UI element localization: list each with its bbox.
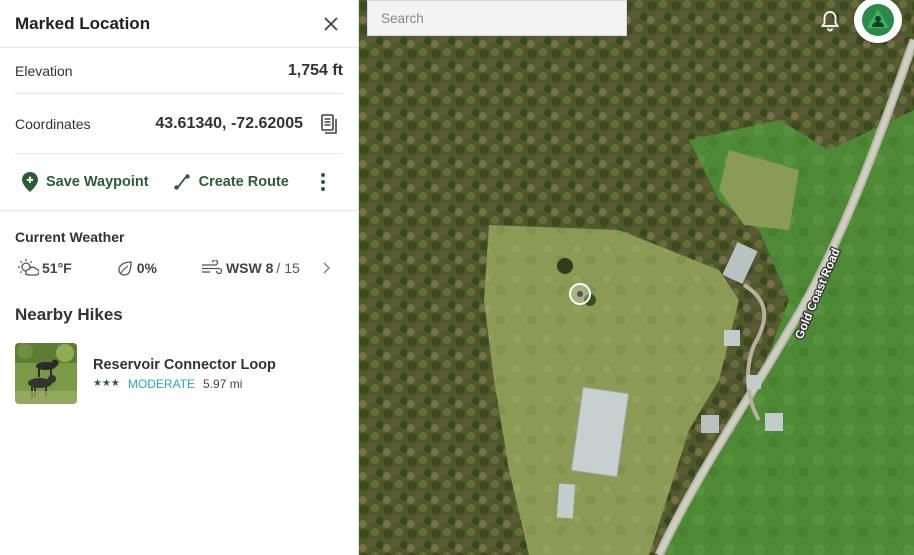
map-view[interactable]: Gold Coast Road — [359, 0, 914, 555]
notifications-bell-icon[interactable] — [818, 9, 842, 33]
nearby-hikes-title: Nearby Hikes — [15, 305, 123, 324]
precipitation-value: 0% — [136, 260, 157, 276]
save-waypoint-label: Save Waypoint — [46, 174, 149, 190]
more-dot-icon — [321, 173, 325, 177]
save-waypoint-button[interactable]: Save Waypoint — [22, 172, 149, 192]
panel-title: Marked Location — [15, 13, 151, 33]
more-dot-icon — [321, 187, 325, 191]
more-options-button[interactable] — [315, 173, 331, 191]
distance-label: 5.97 mi — [203, 376, 243, 391]
hike-list-item[interactable]: Reservoir Connector Loop ★★★ MODERATE 5.… — [15, 343, 343, 404]
wind-icon — [201, 260, 223, 275]
elevation-row: Elevation 1,754 ft — [15, 48, 343, 94]
rating-stars-icon: ★★★ — [93, 378, 120, 389]
wind-item: WSW 8 / 15 — [201, 260, 300, 276]
weather-row[interactable]: 51°F 0% WSW 8 / 15 — [17, 258, 343, 278]
copy-icon[interactable] — [321, 113, 337, 134]
coordinates-label: Coordinates — [15, 115, 91, 132]
route-icon — [173, 174, 190, 190]
coordinates-value[interactable]: 43.61340, -72.62005 — [155, 115, 303, 133]
hike-name: Reservoir Connector Loop — [93, 356, 276, 373]
hike-thumbnail — [15, 343, 77, 404]
elevation-value: 1,754 ft — [287, 61, 343, 79]
location-marker-icon[interactable] — [569, 283, 591, 305]
map-search-box[interactable] — [367, 0, 627, 36]
weather-title: Current Weather — [15, 229, 125, 245]
panel-header: Marked Location — [0, 0, 358, 48]
wind-gust-value: / 15 — [276, 260, 300, 276]
partly-sunny-icon — [18, 259, 39, 276]
elevation-label: Elevation — [15, 62, 73, 79]
raindrop-icon — [118, 261, 132, 276]
satellite-map-image: Gold Coast Road — [359, 0, 914, 555]
more-dot-icon — [321, 180, 325, 184]
close-button[interactable] — [319, 12, 343, 36]
create-route-button[interactable]: Create Route — [173, 173, 289, 191]
wind-speed-value: WSW 8 — [225, 260, 274, 276]
action-bar: Save Waypoint Create Route — [0, 154, 358, 211]
search-input[interactable] — [381, 11, 613, 26]
temperature-item: 51°F — [17, 258, 72, 278]
precipitation-item: 0% — [116, 259, 157, 277]
app-logo-icon — [862, 4, 894, 36]
location-panel: Marked Location Elevation 1,754 ft Coord… — [0, 0, 359, 555]
close-icon — [324, 16, 338, 31]
temperature-value: 51°F — [42, 260, 72, 276]
create-route-label: Create Route — [198, 174, 289, 190]
waypoint-pin-icon — [22, 172, 38, 192]
difficulty-label: MODERATE — [127, 376, 196, 391]
user-avatar[interactable] — [854, 0, 902, 43]
chevron-right-icon[interactable] — [321, 261, 331, 275]
coordinates-row: Coordinates 43.61340, -72.62005 — [15, 94, 343, 154]
